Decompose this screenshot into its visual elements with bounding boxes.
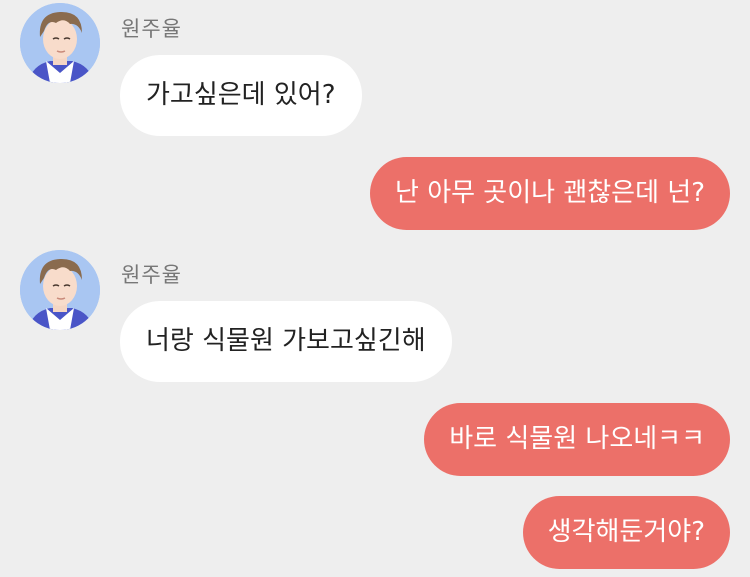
- avatar[interactable]: [20, 3, 100, 83]
- user-avatar-icon: [20, 3, 100, 83]
- outgoing-message-bubble[interactable]: 바로 식물원 나오네ㅋㅋ: [424, 403, 730, 476]
- sender-name: 원주율: [121, 17, 182, 41]
- user-avatar-icon: [20, 250, 100, 330]
- outgoing-message-bubble[interactable]: 생각해둔거야?: [522, 496, 730, 569]
- incoming-message-bubble[interactable]: 가고싶은데 있어?: [120, 55, 362, 136]
- avatar[interactable]: [20, 250, 100, 330]
- sender-name: 원주율: [121, 263, 182, 287]
- incoming-message-bubble[interactable]: 너랑 식물원 가보고싶긴해: [120, 301, 452, 382]
- outgoing-message-bubble[interactable]: 난 아무 곳이나 괜찮은데 넌?: [370, 157, 730, 230]
